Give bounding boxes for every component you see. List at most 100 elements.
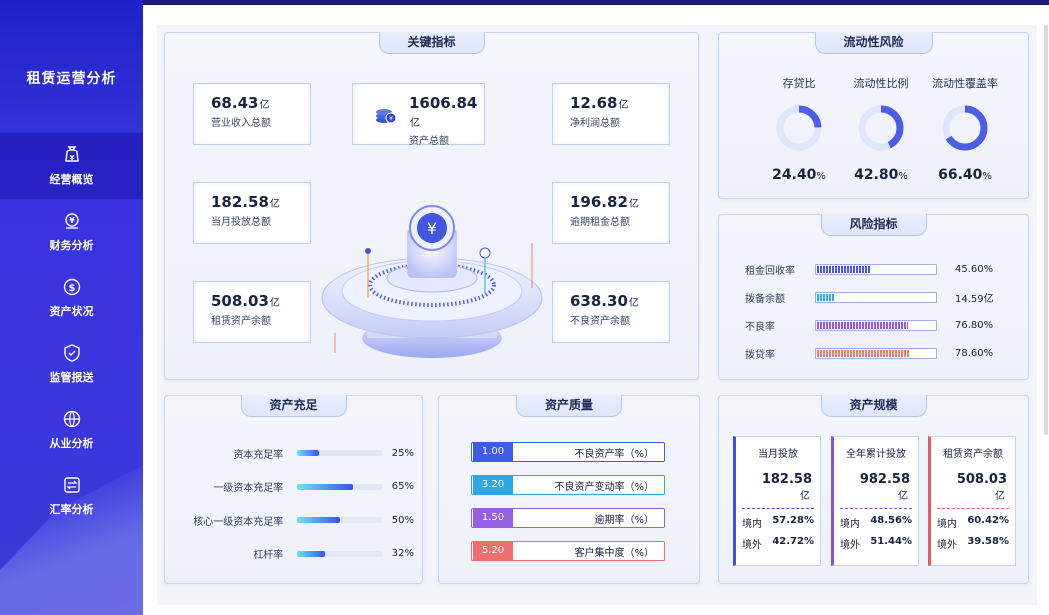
risk-bar [815,263,937,275]
capital-bar [297,517,382,523]
gauge-ring [776,105,822,151]
sidebar-item-label: 财务分析 [49,239,94,252]
quality-label: 不良资产率（%） [574,448,654,460]
risk-row: 拨贷率 78.60% [745,345,1015,361]
risk-row: 租金回收率 45.60% [745,261,1015,277]
metric-value: 508.03亿 [211,292,280,310]
risk-bar [815,319,937,331]
quality-label: 逾期率（%） [594,514,654,526]
quality-tag: 5.20 [473,542,513,560]
risk-row: 拨备余额 14.59亿 [745,289,1015,305]
main-area: 关键指标 68.43亿 营业收入总额 ¥ 1606.84亿 资产总额 12.68… [143,5,1049,615]
sidebar-item-exchange[interactable]: 汇率分析 [0,463,143,529]
capital-bar-fill [297,483,353,490]
sidebar-item-staff[interactable]: 从业分析 [0,397,143,463]
risk-row: 不良率 76.80% [745,317,1015,333]
liquidity-risk-panel: 流动性风险 存贷比 24.40% 流动性比例 42.80% 流动性覆盖率 66.40% [718,32,1029,199]
gauge-ring [942,105,988,151]
risk-label: 租金回收率 [745,265,795,277]
quality-tag: 3.20 [473,476,513,494]
capital-value: 32% [391,548,414,559]
risk-bar-fill [817,349,910,357]
svg-text:$: $ [68,283,75,294]
gauge-ring [858,105,904,151]
metric-npa-balance[interactable]: 638.30亿 不良资产余额 [552,281,670,343]
risk-bar-fill [817,321,908,329]
metric-lease-balance[interactable]: 508.03亿 租赁资产余额 [193,281,311,343]
metric-label: 租赁资产余额 [211,316,271,327]
risk-bar [815,291,937,303]
divider [742,508,814,509]
capital-value: 65% [391,481,414,492]
panel-title: 风险指标 [820,214,927,236]
metric-label: 营业收入总额 [211,118,271,129]
sidebar-item-label: 从业分析 [49,437,94,450]
metric-value: 182.58亿 [211,193,280,211]
metric-value: 196.82亿 [570,193,639,211]
capital-adequacy-panel: 资产充足 资本充足率 25% 一级资本充足率 65% 核心一级资本充足率 50% 杠杆率 32… [164,395,423,584]
domestic-row: 境内 48.56% [840,515,912,530]
scale-card-value: 982.58 [859,472,910,487]
exchange-icon [62,475,82,495]
coin-stack-icon: ¥ [376,109,397,124]
scrollbar[interactable] [1044,25,1048,435]
metric-total-assets[interactable]: ¥ 1606.84亿 资产总额 [352,83,485,147]
quality-row: 1.00 不良资产率（%） [471,442,665,462]
sidebar-item-regulatory[interactable]: 监管报送 [0,331,143,397]
overseas-row: 境外 51.44% [840,536,912,551]
svg-text:¥: ¥ [69,154,74,162]
metric-label: 当月投放总额 [211,217,271,228]
metric-overdue-rent[interactable]: 196.82亿 逾期租金总额 [552,182,670,244]
quality-tag: 1.50 [473,509,513,527]
domestic-row: 境内 60.42% [937,515,1009,530]
metric-label: 净利润总额 [570,118,620,129]
risk-label: 拨贷率 [745,349,775,361]
scale-card-title: 当月投放 [758,449,798,460]
metric-monthly-launch[interactable]: 182.58亿 当月投放总额 [193,182,311,244]
capital-bar [297,550,382,557]
gauge-value: 24.40% [772,167,826,183]
divider [840,508,912,509]
metric-net-profit[interactable]: 12.68亿 净利润总额 [552,83,670,145]
sidebar: 租赁运营分析 ¥ 经营概览 ¥ 财务分析 $ 资产状况 监管报送 从业分析 汇率… [0,0,143,615]
svg-text:¥: ¥ [427,219,437,238]
sidebar-item-assets[interactable]: $ 资产状况 [0,265,143,331]
overseas-row: 境外 39.58% [937,536,1009,551]
sidebar-item-overview[interactable]: ¥ 经营概览 [0,133,143,199]
metric-label: 资产总额 [409,136,449,147]
panel-title: 资产规模 [820,395,927,417]
metric-value: 68.43亿 [211,94,270,112]
capital-label: 资本充足率 [233,449,284,461]
scale-card[interactable]: 当月投放 182.58 亿境内 57.28% 境外 42.72% [733,436,821,566]
liquidity-gauge: 存贷比 24.40% [759,75,839,183]
risk-indicators-panel: 风险指标 租金回收率 45.60% 拨备余额 14.59亿不良率 76.80% 拨贷率 78… [718,214,1029,380]
metric-revenue[interactable]: 68.43亿 营业收入总额 [193,83,311,145]
asset-quality-panel: 资产质量 1.00 不良资产率（%） 3.20 不良资产变动率（%） 1.50 逾期率（%… [438,395,700,584]
scale-card[interactable]: 租赁资产余额 508.03 亿境内 60.42% 境外 39.58% [928,436,1016,566]
scale-card-title: 租赁资产余额 [943,449,1003,460]
quality-row: 1.50 逾期率（%） [471,508,665,528]
risk-bar-fill [817,265,871,273]
risk-label: 不良率 [745,321,775,333]
gauge-value: 66.40% [938,167,992,183]
risk-label: 拨备余额 [745,293,785,305]
quality-label: 客户集中度（%） [574,547,654,559]
risk-value: 76.80% [955,319,994,331]
scale-card-value: 508.03 [956,472,1007,487]
svg-text:¥: ¥ [69,216,75,225]
metric-value: 1606.84亿 [409,94,478,129]
liquidity-gauge: 流动性比例 42.80% [841,75,921,183]
panel-title: 流动性风险 [814,32,933,54]
scale-card-unit: 亿 [898,491,908,502]
panel-title: 资产质量 [515,395,623,417]
dollar-icon: $ [62,277,82,297]
sidebar-item-finance[interactable]: ¥ 财务分析 [0,199,143,265]
scale-card[interactable]: 全年累计投放 982.58 亿境内 48.56% 境外 51.44% [831,436,919,566]
overseas-row: 境外 42.72% [742,536,814,551]
quality-row: 5.20 客户集中度（%） [471,541,665,561]
capital-label: 杠杆率 [253,550,284,561]
capital-bar-fill [297,517,340,523]
key-metrics-panel: 关键指标 68.43亿 营业收入总额 ¥ 1606.84亿 资产总额 12.68… [164,32,699,380]
capital-label: 一级资本充足率 [213,483,284,494]
capital-value: 50% [391,514,414,526]
